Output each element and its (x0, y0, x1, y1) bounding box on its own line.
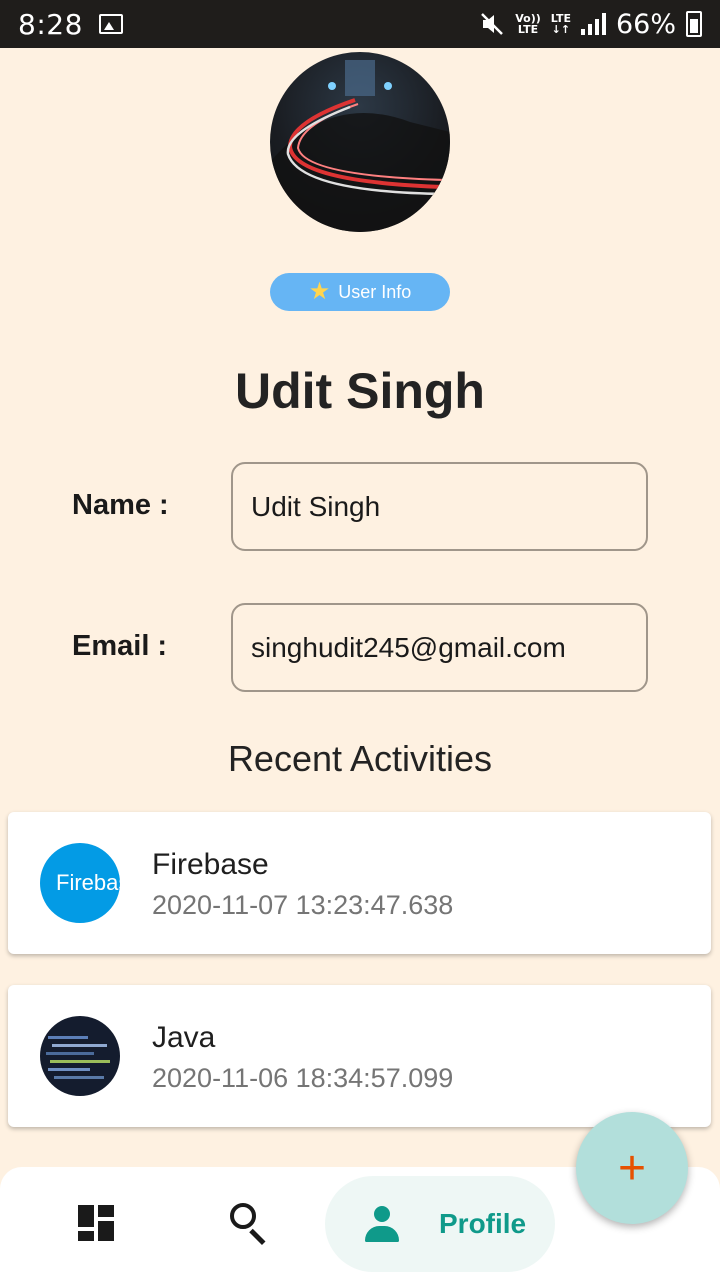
email-field-value: singhudit245@gmail.com (251, 631, 566, 663)
signal-icon (580, 13, 606, 35)
activity-name: Firebase (152, 848, 269, 881)
email-label: Email : (72, 630, 168, 662)
user-info-chip[interactable]: ★ User Info (270, 273, 450, 311)
firebase-thumbnail: Firebas (40, 843, 120, 923)
activity-timestamp: 2020-11-06 18:34:57.099 (152, 1063, 454, 1093)
name-field-value: Udit Singh (251, 490, 381, 522)
image-notification-icon (98, 14, 123, 34)
recent-activities-heading: Recent Activities (227, 738, 493, 779)
nav-item-profile[interactable]: Profile (325, 1176, 555, 1272)
status-icons: Vo)) LTE LTE ↓↑ 66% (479, 9, 702, 40)
add-fab-button[interactable]: + (576, 1112, 688, 1224)
dashboard-icon[interactable] (78, 1205, 114, 1241)
nav-profile-label: Profile (439, 1208, 527, 1239)
activity-card-java[interactable]: Java 2020-11-06 18:34:57.099 (8, 985, 711, 1127)
avatar-image (270, 60, 450, 232)
activity-card-firebase[interactable]: Firebas Firebase 2020-11-07 13:23:47.638 (8, 812, 711, 954)
java-thumbnail (40, 1016, 120, 1096)
chip-label: User Info (338, 281, 412, 302)
plus-icon: + (617, 1141, 647, 1195)
star-icon: ★ (308, 278, 331, 305)
activity-timestamp: 2020-11-07 13:23:47.638 (152, 890, 454, 920)
email-field[interactable]: singhudit245@gmail.com (231, 603, 648, 692)
lte-label: LTE ↓↑ (550, 12, 571, 36)
profile-name-heading: Udit Singh (235, 363, 485, 419)
battery-percent: 66% (615, 8, 676, 40)
person-icon (365, 1206, 399, 1242)
name-label: Name : (72, 489, 169, 521)
profile-avatar[interactable] (270, 52, 450, 232)
activity-name: Java (152, 1021, 216, 1054)
name-field[interactable]: Udit Singh (231, 462, 648, 551)
search-icon[interactable] (230, 1203, 270, 1245)
status-bar: 8:28 Vo)) LTE LTE ↓↑ 66% (0, 0, 720, 48)
volte-label: Vo)) LTE (515, 12, 541, 36)
mute-icon (481, 13, 504, 35)
battery-icon (686, 11, 702, 37)
status-time: 8:28 (18, 7, 83, 41)
